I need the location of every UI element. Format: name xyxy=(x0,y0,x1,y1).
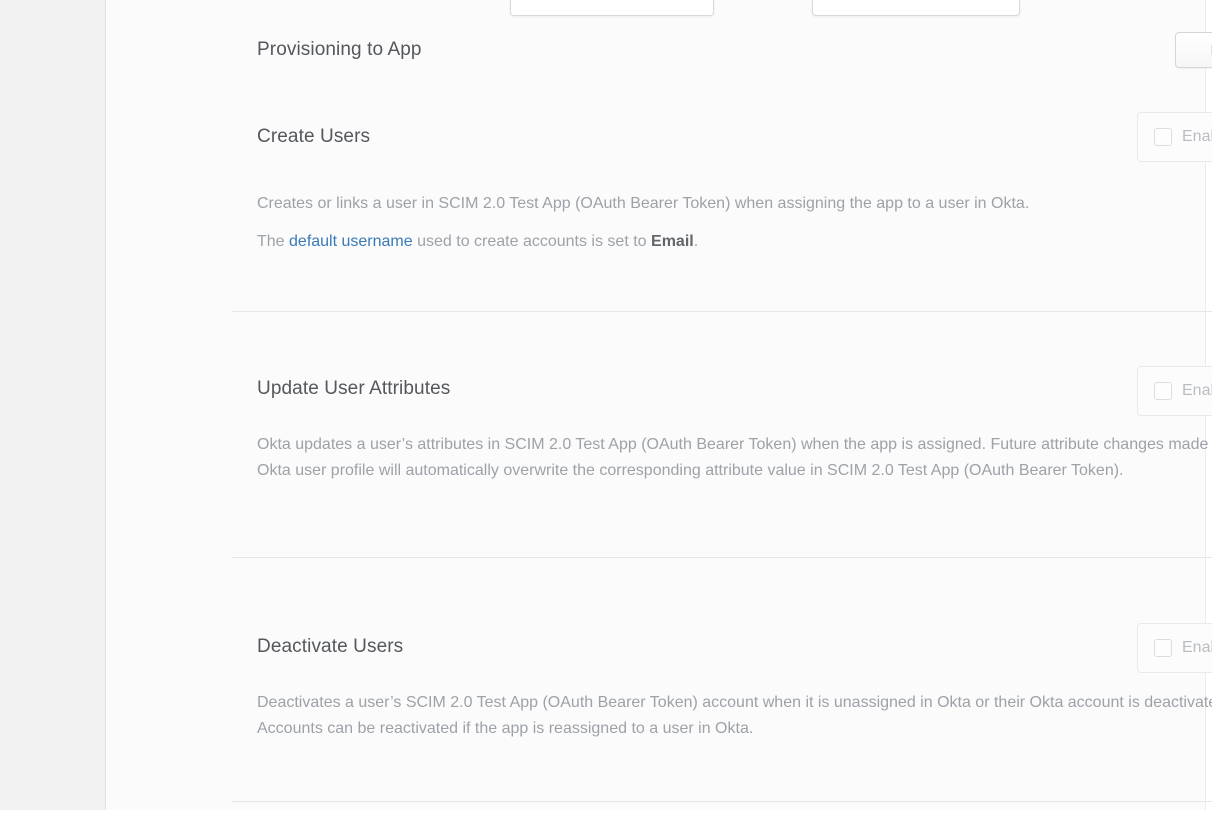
enable-checkbox-deactivate-users[interactable] xyxy=(1154,639,1172,657)
enable-toggle-update-user-attributes[interactable]: Enable xyxy=(1137,366,1212,416)
page: Provisioning to App Edit Create Users En… xyxy=(0,0,1212,820)
edit-button[interactable]: Edit xyxy=(1175,32,1212,68)
deactivate-users-description: Deactivates a user’s SCIM 2.0 Test App (… xyxy=(257,690,1212,742)
description-middle: used to create accounts is set to xyxy=(413,233,651,250)
section-divider xyxy=(232,557,1212,558)
cropped-button-left[interactable] xyxy=(510,0,714,16)
section-divider xyxy=(232,311,1212,312)
enable-toggle-label: Enable xyxy=(1182,128,1212,146)
create-users-description-line2: The default username used to create acco… xyxy=(257,229,1212,255)
enable-checkbox-update-user-attributes[interactable] xyxy=(1154,382,1172,400)
section-title-update-user-attributes: Update User Attributes xyxy=(257,378,450,400)
description-suffix: . xyxy=(694,233,698,250)
provisioning-settings-panel: Provisioning to App Edit Create Users En… xyxy=(107,0,1206,810)
section-title-create-users: Create Users xyxy=(257,126,370,148)
enable-checkbox-create-users[interactable] xyxy=(1154,128,1172,146)
enable-toggle-label: Enable xyxy=(1182,639,1212,657)
update-user-attributes-description: Okta updates a user’s attributes in SCIM… xyxy=(257,432,1212,484)
section-title-deactivate-users: Deactivate Users xyxy=(257,636,403,658)
username-value: Email xyxy=(651,233,694,250)
create-users-description-line1: Creates or links a user in SCIM 2.0 Test… xyxy=(257,191,1212,217)
section-divider xyxy=(232,801,1212,802)
left-sidebar-strip xyxy=(0,0,106,810)
page-title: Provisioning to App xyxy=(257,39,422,61)
enable-toggle-label: Enable xyxy=(1182,382,1212,400)
enable-toggle-create-users[interactable]: Enable xyxy=(1137,112,1212,162)
default-username-link[interactable]: default username xyxy=(289,233,413,250)
enable-toggle-deactivate-users[interactable]: Enable xyxy=(1137,623,1212,673)
description-prefix: The xyxy=(257,233,289,250)
cropped-button-right[interactable] xyxy=(812,0,1020,16)
